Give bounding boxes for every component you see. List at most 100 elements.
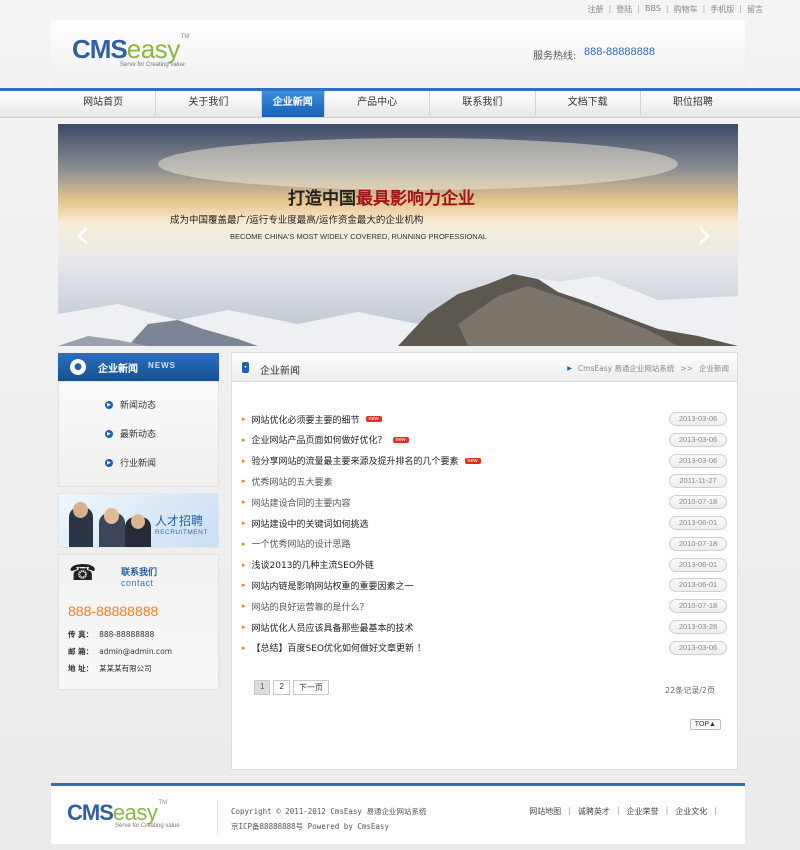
news-row: ▸ 网站建设中的关键词如何挑选 2013-06-01: [242, 513, 727, 533]
footer-links: 网站地图 | 诚聘英才 | 企业荣誉 | 企业文化 |: [529, 806, 717, 817]
banner-title-prefix: 打造中国: [288, 189, 356, 209]
top-button[interactable]: TOP▲: [689, 719, 721, 730]
news-date: 2013-03-06: [669, 432, 727, 447]
logo-easy: easy: [126, 34, 180, 64]
sidebar-title-en: NEWS: [148, 361, 176, 370]
banner-next-arrow[interactable]: ›: [696, 209, 713, 258]
person-head-3: [131, 514, 145, 529]
footer-link[interactable]: 企业荣誉: [627, 806, 659, 817]
sidebar-menu-label: 最新动态: [120, 430, 157, 440]
news-title-link[interactable]: 一个优秀网站的设计思路: [252, 537, 351, 550]
bullet-icon: ▸: [242, 643, 246, 652]
page-button[interactable]: 2: [273, 680, 290, 695]
nav-item[interactable]: 职位招聘: [641, 91, 745, 117]
nav-item[interactable]: 企业新闻: [261, 91, 326, 117]
logo[interactable]: CMS easy TM Serve for Creating value: [72, 34, 189, 68]
page-button[interactable]: 1: [254, 680, 271, 695]
breadcrumb-site[interactable]: CmsEasy 易通企业网站系统: [578, 363, 675, 374]
news-title-link[interactable]: 企业网站产品页面如何做好优化？: [252, 433, 387, 446]
person-head-2: [104, 508, 119, 524]
news-title-link[interactable]: 网站建设合同的主要内容: [252, 496, 351, 509]
footer-logo[interactable]: CMS easy TM Serve for Creating value: [67, 800, 180, 829]
news-row: ▸ 网站的良好运营靠的是什么？ 2010-07-18: [242, 596, 727, 616]
sidebar-menu-item[interactable]: ▶ 最新动态: [105, 427, 156, 440]
news-title-link[interactable]: 网站优化必须要主要的细节: [252, 413, 360, 426]
news-title-link[interactable]: 网站的良好运营靠的是什么？: [252, 600, 369, 613]
news-date: 2010-07-18: [669, 495, 727, 510]
email-label: 邮 箱：: [68, 647, 94, 656]
nav-item[interactable]: 关于我们: [156, 91, 262, 117]
logo-cms: CMS: [72, 34, 128, 64]
news-title-link[interactable]: 网站内链是影响网站权重的重要因素之一: [252, 579, 414, 592]
nav-item[interactable]: 产品中心: [325, 91, 431, 117]
bullet-icon: ▸: [242, 539, 246, 548]
footer-link[interactable]: 网站地图: [529, 806, 561, 817]
news-title-link[interactable]: 网站建设中的关键词如何挑选: [252, 517, 369, 530]
new-badge: new: [365, 416, 382, 422]
top-link[interactable]: 注册: [583, 4, 609, 15]
banner: ‹ › 打造中国最具影响力企业 成为中国覆盖最广/运行专业度最高/运作资金最大的…: [58, 124, 738, 346]
banner-subtitle: 成为中国覆盖最广/运行专业度最高/运作资金最大的企业机构: [170, 215, 424, 226]
banner-prev-arrow[interactable]: ‹: [74, 209, 91, 258]
footer: CMS easy TM Serve for Creating value Cop…: [51, 786, 745, 844]
news-title-link[interactable]: 网站优化人员应该具备那些最基本的技术: [252, 621, 414, 634]
news-row: ▸ 浅谈2013的几种主流SEO外链 2013-06-01: [242, 555, 727, 575]
footer-separator: [217, 800, 218, 834]
address-value: 某某某有限公司: [99, 664, 152, 673]
bullet-icon: ▸: [242, 477, 246, 486]
breadcrumb-separator: >>: [680, 364, 693, 373]
logo-tm: TM: [180, 34, 190, 40]
recruit-en: RECRUITMENT: [155, 529, 208, 536]
pagination: 1 2 下一页: [254, 680, 329, 695]
recruit-title: 人才招聘: [155, 514, 204, 528]
news-title-link[interactable]: 浅谈2013的几种主流SEO外链: [252, 558, 374, 571]
news-title-link[interactable]: 优秀网站的五大要素: [252, 475, 333, 488]
news-row: ▸ 【总结】百度SEO优化如何做好文章更新 ！ 2013-03-06: [242, 638, 727, 658]
nav-item[interactable]: 网站首页: [51, 91, 157, 117]
news-date: 2013-03-06: [669, 640, 727, 655]
recruitment-banner[interactable]: 人才招聘 RECRUITMENT: [58, 493, 219, 548]
footer-logo-tm: TM: [158, 800, 168, 806]
news-title-link[interactable]: 验分享网站的流量最主要来源及提升排名的几个要素: [252, 454, 459, 467]
bullet-icon: ▸: [242, 581, 246, 590]
footer-link[interactable]: 诚聘英才: [578, 806, 610, 817]
fax-label: 传 真：: [68, 630, 94, 639]
banner-title: 打造中国最具影响力企业: [288, 184, 475, 209]
bullet-icon: ▸: [242, 560, 246, 569]
news-row: ▸ 企业网站产品页面如何做好优化？ new 2013-03-06: [242, 430, 727, 450]
top-link[interactable]: BBS: [640, 4, 666, 15]
banner-english: BECOME CHINA'S MOST WIDELY COVERED, RUNN…: [230, 232, 487, 241]
news-title-link[interactable]: 【总结】百度SEO优化如何做好文章更新 ！: [252, 641, 426, 654]
header: CMS easy TM Serve for Creating value 服务热…: [51, 20, 745, 88]
nav-item[interactable]: 文档下载: [536, 91, 641, 117]
banner-title-highlight: 最具影响力企业: [356, 189, 475, 209]
news-date: 2013-03-06: [669, 412, 727, 426]
breadcrumb-current[interactable]: 企业新闻: [699, 363, 729, 374]
bullet-icon: ▸: [242, 498, 246, 507]
news-row: ▸ 网站优化人员应该具备那些最基本的技术 2013-03-28: [242, 617, 727, 637]
arrow-bullet-icon: ▶: [105, 458, 113, 467]
sidebar-menu-label: 行业新闻: [120, 459, 157, 469]
bullet-icon: ▸: [242, 456, 246, 465]
footer-logo-slogan: Serve for Creating value: [115, 823, 180, 829]
news-date: 2013-06-01: [669, 516, 727, 530]
new-badge: new: [392, 436, 409, 443]
footer-link[interactable]: 企业文化: [675, 806, 707, 817]
top-link[interactable]: 登陆: [611, 4, 637, 15]
nav-item[interactable]: 联系我们: [430, 91, 536, 117]
top-link[interactable]: 留言: [742, 4, 768, 15]
news-row: ▸ 网站内链是影响网站权重的重要因素之一 2013-06-01: [242, 575, 727, 595]
next-page-button[interactable]: 下一页: [292, 680, 329, 695]
breadcrumb-arrow-icon: ▶: [567, 365, 572, 372]
top-link[interactable]: 购物车: [669, 4, 703, 15]
contact-address: 地 址： 某某某有限公司: [68, 663, 152, 674]
contact-box: ☎ 联系我们 contact 888-88888888 传 真： 888-8888…: [58, 554, 219, 690]
news-panel: • 企业新闻 ▶ CmsEasy 易通企业网站系统 >> 企业新闻 ▸ 网站优化必…: [231, 352, 738, 770]
bullet-icon: ▸: [242, 623, 246, 631]
sidebar-menu-label: 新闻动态: [120, 401, 157, 411]
sidebar-menu-item[interactable]: ▶ 新闻动态: [105, 398, 156, 411]
top-link[interactable]: 手机版: [705, 4, 739, 15]
sidebar-header-icon: ●: [70, 359, 86, 375]
logo-slogan: Serve for Creating value: [120, 62, 185, 68]
sidebar-menu-item[interactable]: ▶ 行业新闻: [105, 456, 156, 469]
